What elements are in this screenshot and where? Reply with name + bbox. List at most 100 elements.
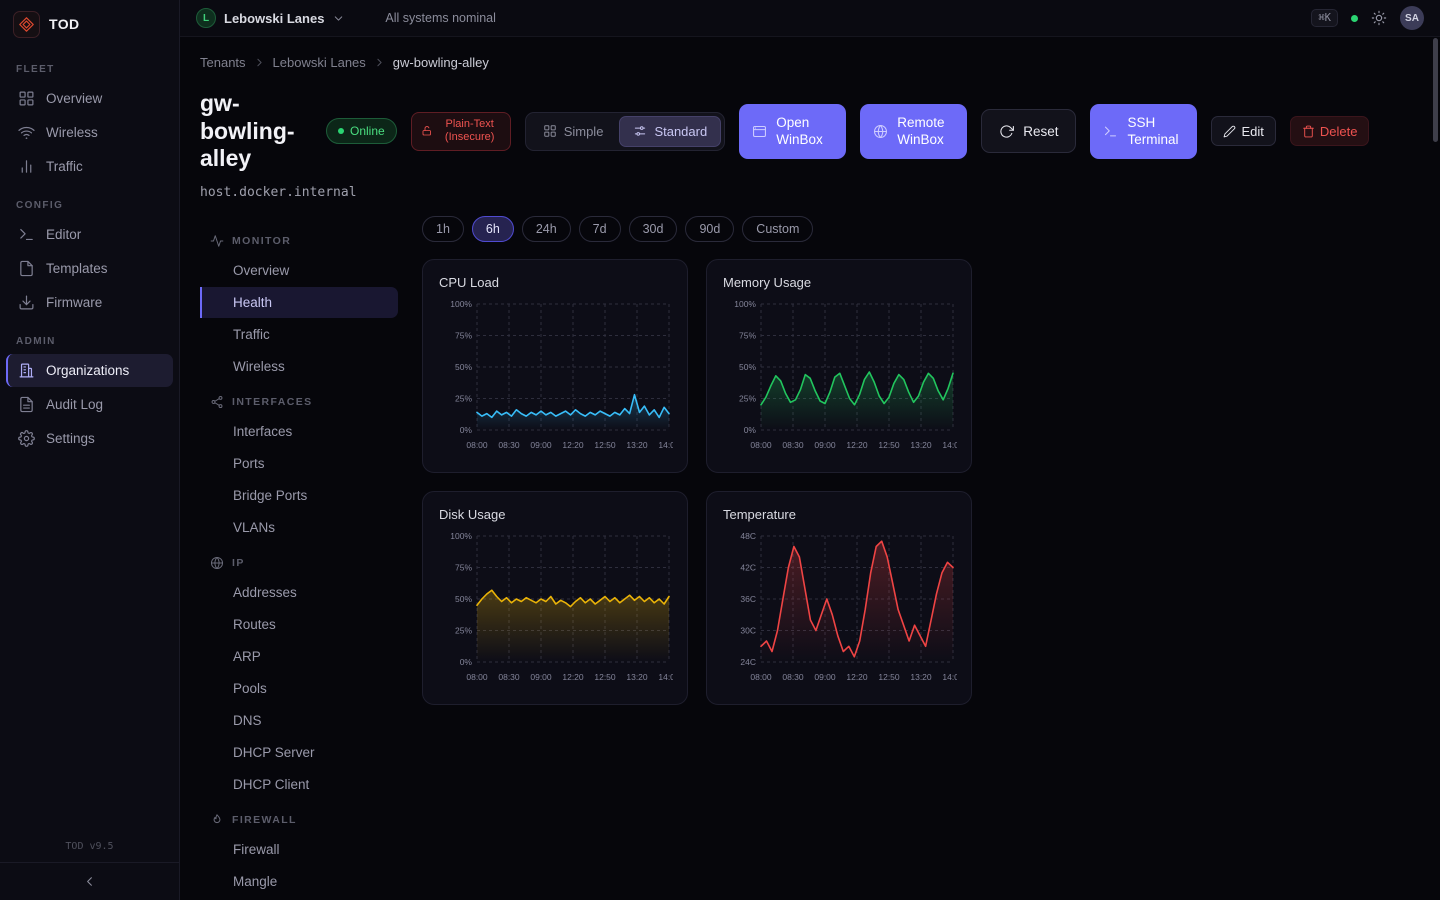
device-host: host.docker.internal <box>200 185 1420 200</box>
sidebar-item-firmware[interactable]: Firmware <box>6 286 173 319</box>
chevron-down-icon <box>332 12 345 25</box>
sidebar-nav: FLEETOverviewWirelessTrafficCONFIGEditor… <box>0 48 179 456</box>
scrollbar-thumb[interactable] <box>1433 38 1438 142</box>
svg-text:75%: 75% <box>455 562 472 572</box>
chart-plot: 48C42C36C30C24C08:0008:3009:0012:2012:50… <box>723 528 955 692</box>
online-dot <box>338 128 344 134</box>
app-logo[interactable]: TOD <box>0 0 179 48</box>
subnav-item-bridge-ports[interactable]: Bridge Ports <box>200 480 398 511</box>
svg-text:12:20: 12:20 <box>562 672 584 682</box>
subnav-item-routes[interactable]: Routes <box>200 609 398 640</box>
mode-standard-button[interactable]: Standard <box>619 116 721 147</box>
window-icon <box>752 124 767 139</box>
subnav-item-vlans[interactable]: VLANs <box>200 512 398 543</box>
subnav-group-ip: IP <box>200 544 398 576</box>
svg-text:24C: 24C <box>740 657 756 667</box>
sidebar-item-traffic[interactable]: Traffic <box>6 150 173 183</box>
time-range-90d[interactable]: 90d <box>685 216 734 242</box>
svg-text:12:20: 12:20 <box>846 440 868 450</box>
tenant-name: Lebowski Lanes <box>224 11 324 26</box>
sidebar-item-wireless[interactable]: Wireless <box>6 116 173 149</box>
sidebar-item-label: Wireless <box>46 125 98 140</box>
tenant-avatar: L <box>196 8 216 28</box>
subnav-item-traffic[interactable]: Traffic <box>200 319 398 350</box>
time-range-30d[interactable]: 30d <box>629 216 678 242</box>
chart-card-cpu-load: CPU Load100%75%50%25%0%08:0008:3009:0012… <box>422 259 688 473</box>
svg-text:14:00: 14:00 <box>658 672 673 682</box>
sidebar-item-templates[interactable]: Templates <box>6 252 173 285</box>
subnav-item-overview[interactable]: Overview <box>200 255 398 286</box>
subnav-item-wireless[interactable]: Wireless <box>200 351 398 382</box>
subnav-group-interfaces: INTERFACES <box>200 383 398 415</box>
subnav-item-dhcp-server[interactable]: DHCP Server <box>200 737 398 768</box>
svg-text:08:00: 08:00 <box>750 440 772 450</box>
connection-status-dot <box>1351 15 1358 22</box>
subnav-item-pools[interactable]: Pools <box>200 673 398 704</box>
subnav-item-interfaces[interactable]: Interfaces <box>200 416 398 447</box>
system-status-text: All systems nominal <box>385 11 495 25</box>
remote-winbox-button[interactable]: Remote WinBox <box>860 104 967 159</box>
svg-text:75%: 75% <box>739 330 756 340</box>
subnav-item-ports[interactable]: Ports <box>200 448 398 479</box>
svg-text:13:20: 13:20 <box>626 672 648 682</box>
time-range-6h[interactable]: 6h <box>472 216 514 242</box>
chart-plot: 100%75%50%25%0%08:0008:3009:0012:2012:50… <box>723 296 955 460</box>
reset-button[interactable]: Reset <box>981 109 1076 153</box>
sidebar-item-label: Overview <box>46 91 102 106</box>
time-range-selector: 1h 6h 24h 7d 30d 90d Custom <box>422 216 1420 242</box>
subnav-item-firewall[interactable]: Firewall <box>200 834 398 865</box>
page-title: gw-bowling-alley <box>200 90 312 173</box>
view-mode-toggle: Simple Standard <box>525 112 726 151</box>
tenant-selector[interactable]: L Lebowski Lanes <box>196 8 345 28</box>
subnav-item-health[interactable]: Health <box>200 287 398 318</box>
topbar: L Lebowski Lanes All systems nominal ⌘K … <box>180 0 1440 37</box>
wifi-icon <box>18 124 35 141</box>
main-column: L Lebowski Lanes All systems nominal ⌘K … <box>180 0 1440 900</box>
breadcrumb-tenant-name[interactable]: Lebowski Lanes <box>273 55 366 70</box>
svg-text:42C: 42C <box>740 562 756 572</box>
sidebar-collapse-button[interactable] <box>0 862 179 900</box>
command-palette-shortcut[interactable]: ⌘K <box>1311 9 1338 27</box>
svg-text:50%: 50% <box>455 594 472 604</box>
chart-title: Disk Usage <box>439 507 671 522</box>
sidebar-item-overview[interactable]: Overview <box>6 82 173 115</box>
chevron-left-icon <box>82 874 97 889</box>
user-avatar[interactable]: SA <box>1400 6 1424 30</box>
open-winbox-button[interactable]: Open WinBox <box>739 104 846 159</box>
chart-icon <box>18 158 35 175</box>
subnav-item-arp[interactable]: ARP <box>200 641 398 672</box>
subnav-item-dhcp-client[interactable]: DHCP Client <box>200 769 398 800</box>
download-icon <box>18 294 35 311</box>
theme-toggle-sun-icon[interactable] <box>1371 10 1387 26</box>
globe-icon <box>873 124 888 139</box>
sidebar-item-label: Settings <box>46 431 95 446</box>
subnav-item-addresses[interactable]: Addresses <box>200 577 398 608</box>
subnav-item-mangle[interactable]: Mangle <box>200 866 398 897</box>
time-range-custom[interactable]: Custom <box>742 216 813 242</box>
delete-button[interactable]: Delete <box>1290 116 1370 146</box>
sidebar-item-audit-log[interactable]: Audit Log <box>6 388 173 421</box>
subnav-group-label: MONITOR <box>232 235 291 247</box>
svg-text:75%: 75% <box>455 330 472 340</box>
sidebar-item-organizations[interactable]: Organizations <box>6 354 173 387</box>
file-text-icon <box>18 396 35 413</box>
edit-button[interactable]: Edit <box>1211 116 1275 146</box>
mode-simple-button[interactable]: Simple <box>529 116 618 147</box>
time-range-1h[interactable]: 1h <box>422 216 464 242</box>
subnav-item-dns[interactable]: DNS <box>200 705 398 736</box>
svg-text:25%: 25% <box>455 625 472 635</box>
nodes-icon <box>210 395 224 409</box>
time-range-7d[interactable]: 7d <box>579 216 621 242</box>
svg-text:14:00: 14:00 <box>942 440 957 450</box>
sidebar-item-label: Templates <box>46 261 108 276</box>
svg-text:100%: 100% <box>734 299 756 309</box>
breadcrumb-tenants[interactable]: Tenants <box>200 55 246 70</box>
time-range-24h[interactable]: 24h <box>522 216 571 242</box>
sidebar-item-settings[interactable]: Settings <box>6 422 173 455</box>
sidebar-item-editor[interactable]: Editor <box>6 218 173 251</box>
ssh-terminal-button[interactable]: SSH Terminal <box>1090 104 1197 159</box>
grid-icon <box>543 124 557 138</box>
sidebar-section-config: CONFIG <box>0 184 179 217</box>
terminal-icon <box>1103 124 1118 139</box>
device-subnav: MONITOR OverviewHealthTrafficWirelessINTE… <box>200 210 398 898</box>
